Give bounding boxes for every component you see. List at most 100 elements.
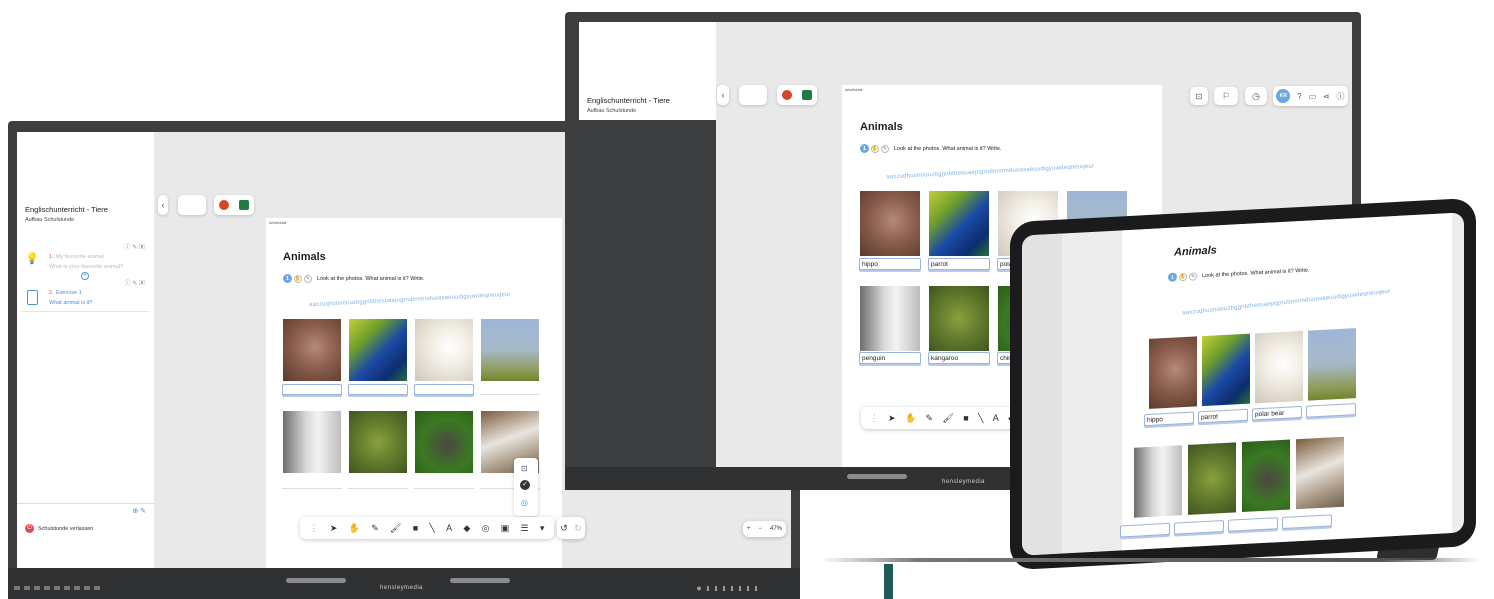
photo-polar-bear xyxy=(1255,330,1303,404)
worksheet: Animals 1 ✋ ✎ Look at the photos. What a… xyxy=(1120,213,1452,551)
chat-icon[interactable]: ▭ xyxy=(1309,92,1317,101)
answer-input-6[interactable]: kangaroo xyxy=(928,352,990,364)
exercise-instruction: 1 ✋ ✎ Look at the photos. What animal is… xyxy=(1168,266,1310,282)
answer-input-3[interactable] xyxy=(414,384,474,395)
eraser-icon[interactable]: ◆ xyxy=(463,523,470,534)
item-actions: ⓘ ✎ ▣ xyxy=(124,281,145,287)
image-icon[interactable]: ▣ xyxy=(501,523,510,534)
sidebar-item-2[interactable]: ⓘ ✎ ▣ 2. Exercise 1 What animal is it? xyxy=(21,278,149,312)
pen-tool-icon[interactable]: ✎ xyxy=(371,523,379,534)
answer-input-3[interactable]: polar bear xyxy=(1252,405,1302,421)
answer-input-2[interactable]: parrot xyxy=(1198,408,1248,424)
answer-input-5[interactable] xyxy=(1120,522,1170,538)
photo-hippo xyxy=(860,191,920,256)
rectangle-icon[interactable]: ■ xyxy=(963,413,968,423)
answer-input-1[interactable]: hippo xyxy=(859,258,921,270)
answer-text: hippo xyxy=(1147,415,1163,424)
answer-input-8[interactable] xyxy=(1282,514,1332,529)
lightbulb-icon: 💡 xyxy=(25,253,39,265)
clock-icon: ◷ xyxy=(1252,90,1260,101)
answer-text: polar bear xyxy=(1255,409,1285,418)
blank-toolbar-button[interactable] xyxy=(739,85,767,105)
drag-handle-icon[interactable]: ⋮ xyxy=(870,413,879,424)
teacher-button[interactable]: ⚐ xyxy=(1214,87,1238,105)
share-icon[interactable]: ⋖ xyxy=(1323,92,1330,101)
zoom-out-button[interactable]: − xyxy=(758,526,762,532)
zoom-value: 47% xyxy=(769,526,782,532)
screen-button[interactable]: ⊡ xyxy=(1190,87,1208,105)
worksheet-label: Arbeitsblatt xyxy=(845,88,863,92)
blank-toolbar-button[interactable] xyxy=(178,195,206,215)
pen-tool-icon[interactable]: ✎ xyxy=(926,413,934,424)
back-glyph: ‹ xyxy=(161,200,165,210)
excel-icon[interactable] xyxy=(802,90,812,100)
back-button[interactable]: ‹ xyxy=(158,195,168,215)
answer-input-2[interactable] xyxy=(348,384,408,395)
answer-line-6 xyxy=(348,488,408,489)
avatar[interactable]: KR xyxy=(1276,89,1291,103)
shelf xyxy=(820,558,1480,562)
photo-kangaroo-tail xyxy=(1308,328,1356,401)
office-apps xyxy=(777,85,817,105)
pointer-icon[interactable]: ➤ xyxy=(330,523,338,534)
back-button[interactable]: ‹ xyxy=(717,85,729,105)
timer-button[interactable]: ◷ xyxy=(1245,87,1267,105)
line-icon[interactable]: ╲ xyxy=(978,413,983,424)
check-icon[interactable]: ✓ xyxy=(520,480,530,490)
answer-input-6[interactable] xyxy=(1174,519,1224,535)
exercise-icon xyxy=(27,290,38,305)
user-toolbar: KR ? ▭ ⋖ ⓘ xyxy=(1273,86,1348,106)
text-tool-icon[interactable]: A xyxy=(446,523,452,533)
zoom-in-button[interactable]: + xyxy=(747,526,751,532)
leave-lesson-button[interactable]: ⏻ Schulstunde verlassen xyxy=(25,524,93,533)
chevron-down-icon[interactable]: ▾ xyxy=(540,523,545,534)
photo-goat xyxy=(1296,436,1344,510)
lesson-title: Englischunterricht - Tiere xyxy=(587,96,670,105)
front-ports xyxy=(14,586,104,590)
text-tool-icon[interactable]: A xyxy=(993,413,999,423)
answer-line-7 xyxy=(414,488,474,489)
pointer-icon[interactable]: ➤ xyxy=(888,413,896,424)
undo-redo: ↺ ↻ xyxy=(557,517,585,539)
drag-handle-icon[interactable]: ⋮ xyxy=(310,523,319,534)
answer-input-2[interactable]: parrot xyxy=(928,258,990,270)
powerpoint-icon[interactable] xyxy=(782,90,792,100)
answer-input-4[interactable] xyxy=(1306,403,1356,418)
board-handle xyxy=(450,578,510,583)
list-icon[interactable]: ☰ xyxy=(520,523,528,534)
answer-input-1[interactable]: hippo xyxy=(1144,411,1194,427)
line-icon[interactable]: ╲ xyxy=(429,523,434,534)
photo-kangaroo xyxy=(349,411,407,473)
answer-text: kangaroo xyxy=(931,354,959,362)
redo-icon[interactable]: ↻ xyxy=(574,523,582,534)
board-handle xyxy=(286,578,346,583)
answer-input-7[interactable] xyxy=(1228,517,1278,532)
word-snake: aaxzuqhuonoouzbggnbthesuaepqprubnnnnduoa… xyxy=(308,291,511,309)
hand-icon: ✋ xyxy=(871,144,879,153)
help-icon[interactable]: ? xyxy=(1297,92,1301,101)
board-pole xyxy=(884,564,893,599)
powerpoint-icon[interactable] xyxy=(219,200,229,210)
worksheet-title: Animals xyxy=(860,121,903,133)
item-title: Exercise 1 xyxy=(56,290,82,296)
excel-icon[interactable] xyxy=(239,200,249,210)
undo-icon[interactable]: ↺ xyxy=(560,523,568,534)
photo-kangaroo-tail xyxy=(481,319,539,381)
brush-icon[interactable]: 🖌 xyxy=(942,413,953,424)
select-area-icon[interactable]: ⊡ xyxy=(521,464,528,473)
rectangle-icon[interactable]: ■ xyxy=(413,523,418,533)
footer-actions[interactable]: ⊕ ✎ xyxy=(132,507,146,515)
sidebar-item-1[interactable]: ⓘ ✎ ▣ 💡 1. My favourite animal What is y… xyxy=(21,242,149,282)
worksheet-title: Animals xyxy=(283,251,326,263)
answer-input-5[interactable]: penguin xyxy=(859,352,921,364)
photo-hippo xyxy=(1149,336,1197,409)
hand-tool-icon[interactable]: ✋ xyxy=(349,523,360,534)
photo-chimpanzee xyxy=(415,411,473,473)
info-icon[interactable]: ⓘ xyxy=(1337,91,1345,102)
target-icon[interactable]: ◎ xyxy=(482,523,490,534)
answer-input-1[interactable] xyxy=(282,384,342,395)
brush-icon[interactable]: 🖌 xyxy=(390,523,401,534)
hand-tool-icon[interactable]: ✋ xyxy=(905,413,916,424)
hand-icon: ✋ xyxy=(1179,272,1187,281)
lasso-icon[interactable]: ◎ xyxy=(521,498,528,507)
